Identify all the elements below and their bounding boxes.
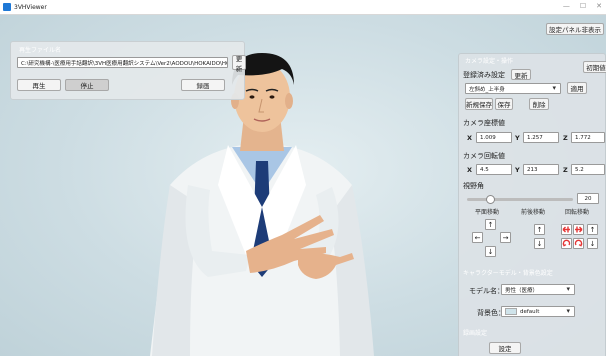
rotate-horizontal-left-icon [562, 226, 570, 233]
camera-preset-select[interactable]: 左斜め_上半身 [465, 83, 561, 94]
rotate-down-button[interactable]: ↓ [587, 238, 598, 249]
rotation-z-label: Z [563, 166, 568, 174]
stop-button[interactable]: 停止 [65, 79, 109, 91]
model-select[interactable]: 男性（医療） [501, 284, 575, 295]
depth-move-label: 前後移動 [521, 209, 546, 216]
window-controls: — ☐ ✕ [563, 2, 602, 10]
window-title: 3VHViewer [14, 3, 47, 11]
model-bg-caption: キャラクターモデル・背景色設定 [463, 270, 553, 277]
arrow-down-icon: ↓ [536, 239, 543, 248]
apply-preset-button[interactable]: 適用 [567, 82, 587, 94]
init-values-button[interactable]: 初期値 [583, 61, 606, 73]
rotation-x-label: X [467, 166, 473, 174]
rotate-right-button[interactable] [573, 224, 584, 235]
camera-position-title: カメラ座標値 [463, 119, 505, 127]
arrow-up-icon: ↑ [487, 220, 494, 229]
window-titlebar: 3VHViewer — ☐ ✕ [0, 0, 606, 15]
rotate-ccw-icon [562, 239, 571, 247]
fov-slider-track[interactable] [467, 198, 573, 201]
camera-preset-value: 左斜め_上半身 [469, 86, 505, 93]
camera-position-y-input[interactable]: 1.257 [523, 132, 559, 143]
position-x-label: X [467, 134, 473, 142]
bg-color-select[interactable]: default [501, 306, 575, 317]
app-icon [3, 3, 11, 11]
fov-title: 視野角 [463, 182, 484, 190]
minimize-button[interactable]: — [563, 2, 570, 10]
plane-down-button[interactable]: ↓ [485, 246, 496, 257]
rotation-y-label: Y [515, 166, 520, 174]
maximize-button[interactable]: ☐ [580, 2, 586, 10]
rotate-horizontal-right-icon [575, 226, 583, 233]
record-settings-button[interactable]: 設定 [489, 342, 521, 354]
rotate-ccw-button[interactable] [561, 238, 572, 249]
depth-forward-button[interactable]: ↑ [534, 224, 545, 235]
close-button[interactable]: ✕ [596, 2, 602, 10]
camera-rotation-title: カメラ回転値 [463, 152, 505, 160]
arrow-left-icon: ← [474, 233, 481, 242]
3d-viewport[interactable]: 再生ファイル名 C:\研究機構-\医療用手話翻訳\3VH医療用翻訳システム\Ve… [0, 15, 606, 356]
position-z-label: Z [563, 134, 568, 142]
plane-up-button[interactable]: ↑ [485, 219, 496, 230]
toggle-settings-panel-button[interactable]: 設定パネル非表示 [546, 23, 604, 35]
rotate-cw-button[interactable] [573, 238, 584, 249]
playback-file-caption: 再生ファイル名 [19, 47, 62, 54]
position-y-label: Y [515, 134, 520, 142]
camera-rotation-x-input[interactable]: 4.5 [476, 164, 512, 175]
camera-panel-caption: カメラ設定・操作 [465, 58, 514, 65]
playback-file-path-input[interactable]: C:\研究機構-\医療用手話翻訳\3VH医療用翻訳システム\Ver2\AODOU… [17, 57, 228, 68]
delete-button[interactable]: 削除 [529, 98, 549, 110]
rotate-up-button[interactable]: ↑ [587, 224, 598, 235]
depth-backward-button[interactable]: ↓ [534, 238, 545, 249]
record-settings-caption: 録画設定 [463, 330, 488, 337]
new-save-button[interactable]: 新規保存 [465, 98, 493, 110]
rotate-cw-icon [574, 239, 583, 247]
bg-color-value: default [520, 308, 540, 315]
file-update-button[interactable]: 更新 [232, 55, 246, 73]
plane-move-label: 平面移動 [475, 209, 500, 216]
camera-position-x-input[interactable]: 1.009 [476, 132, 512, 143]
camera-rotation-y-input[interactable]: 213 [523, 164, 559, 175]
camera-rotation-z-input[interactable]: 5.2 [571, 164, 605, 175]
arrow-down-icon: ↓ [589, 239, 596, 248]
rotate-left-button[interactable] [561, 224, 572, 235]
save-button[interactable]: 保存 [495, 98, 513, 110]
registered-settings-title: 登録済み設定 [463, 71, 505, 79]
camera-position-z-input[interactable]: 1.772 [571, 132, 605, 143]
fov-value-input[interactable]: 20 [577, 193, 599, 204]
plane-left-button[interactable]: ← [472, 232, 483, 243]
preset-refresh-button[interactable]: 更新 [511, 69, 531, 80]
playback-file-panel: 再生ファイル名 C:\研究機構-\医療用手話翻訳\3VH医療用翻訳システム\Ve… [10, 41, 246, 100]
fov-slider-thumb[interactable] [486, 195, 496, 204]
arrow-right-icon: → [502, 233, 509, 242]
arrow-down-icon: ↓ [487, 247, 494, 256]
camera-settings-panel: カメラ設定・操作 初期値 登録済み設定 更新 左斜め_上半身 適用 新規保存 保… [458, 53, 606, 356]
record-button[interactable]: 録画 [181, 79, 225, 91]
arrow-up-icon: ↑ [589, 225, 596, 234]
play-button[interactable]: 再生 [17, 79, 61, 91]
model-select-value: 男性（医療） [505, 287, 539, 294]
bg-color-swatch [505, 308, 517, 315]
plane-right-button[interactable]: → [500, 232, 511, 243]
arrow-up-icon: ↑ [536, 225, 543, 234]
model-name-label: モデル名： [469, 287, 504, 295]
rotate-move-label: 回転移動 [565, 209, 590, 216]
